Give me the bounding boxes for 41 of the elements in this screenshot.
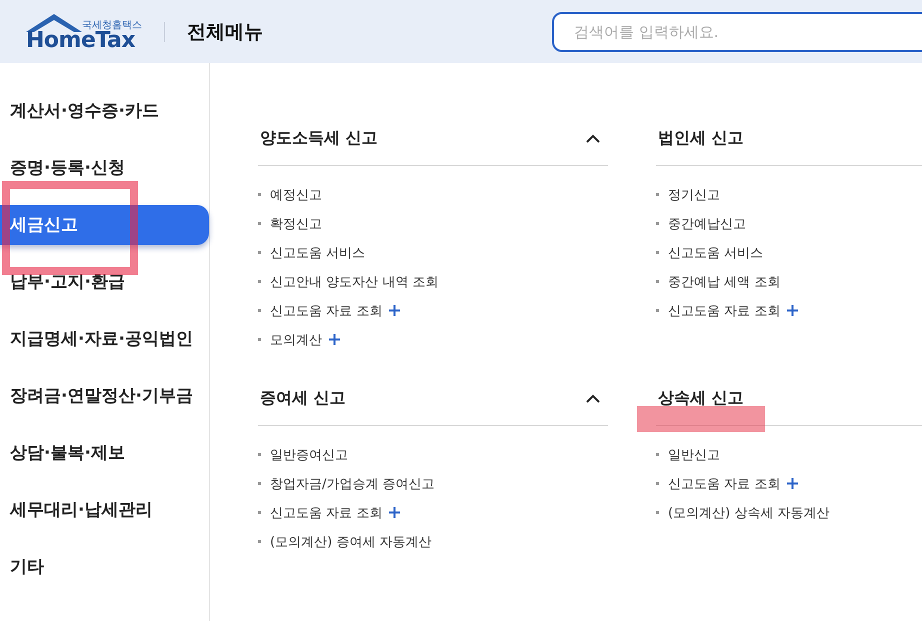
logo-caption: 국세청홈택스 [82, 18, 142, 31]
section-title: 법인세 신고 [658, 128, 744, 148]
chevron-icon[interactable] [586, 394, 600, 402]
menu-link[interactable]: 예정신고 [270, 186, 322, 204]
sidebar-item[interactable]: 납부·고지·환급 [0, 262, 200, 302]
menu-link[interactable]: 신고도움 자료 조회 [270, 302, 382, 320]
sidebar-item[interactable]: 지급명세·자료·공익법인 [0, 319, 200, 359]
menu-link[interactable]: 중간예납신고 [668, 214, 746, 232]
chevron-icon[interactable] [586, 134, 600, 142]
sidebar-item[interactable]: 장려금·연말정산·기부금 [0, 376, 200, 416]
menu-link[interactable]: 신고도움 서비스 [668, 244, 764, 262]
plus-icon[interactable] [389, 507, 400, 518]
section-title: 상속세 신고 [658, 388, 744, 408]
plus-icon[interactable] [787, 305, 798, 316]
menu-link[interactable]: 신고도움 자료 조회 [270, 504, 382, 522]
page-title: 전체메뉴 [187, 20, 263, 44]
menu-link[interactable]: 창업자금/가업승계 증여신고 [270, 474, 435, 492]
section-title: 양도소득세 신고 [260, 128, 378, 148]
sidebar-item[interactable]: 증명·등록·신청 [0, 148, 200, 188]
search-field[interactable]: 검색어를 입력하세요. [552, 12, 922, 52]
menu-link[interactable]: 정기신고 [668, 186, 720, 204]
menu-link[interactable]: (모의계산) 상속세 자동계산 [668, 504, 830, 522]
menu-link[interactable]: 신고도움 자료 조회 [668, 474, 780, 492]
menu-link[interactable]: 일반신고 [668, 446, 720, 464]
section-title: 증여세 신고 [260, 388, 346, 408]
menu-link[interactable]: 신고도움 자료 조회 [668, 302, 780, 320]
menu-link[interactable]: 모의계산 [270, 330, 322, 348]
sidebar-item[interactable]: 기타 [0, 547, 200, 587]
sidebar-item[interactable]: 세금신고 [0, 205, 209, 245]
menu-link[interactable]: 중간예납 세액 조회 [668, 272, 780, 290]
menu-link[interactable]: 신고안내 양도자산 내역 조회 [270, 272, 438, 290]
sidebar-item[interactable]: 세무대리·납세관리 [0, 490, 200, 530]
menu-link[interactable]: 확정신고 [270, 214, 322, 232]
sidebar-item[interactable]: 계산서·영수증·카드 [0, 91, 200, 131]
menu-link[interactable]: (모의계산) 증여세 자동계산 [270, 532, 432, 550]
menu-link[interactable]: 신고도움 서비스 [270, 244, 366, 262]
menu-link[interactable]: 일반증여신고 [270, 446, 348, 464]
plus-icon[interactable] [329, 334, 340, 345]
sidebar-item[interactable]: 상담·불복·제보 [0, 433, 200, 473]
plus-icon[interactable] [787, 478, 798, 489]
plus-icon[interactable] [389, 305, 400, 316]
